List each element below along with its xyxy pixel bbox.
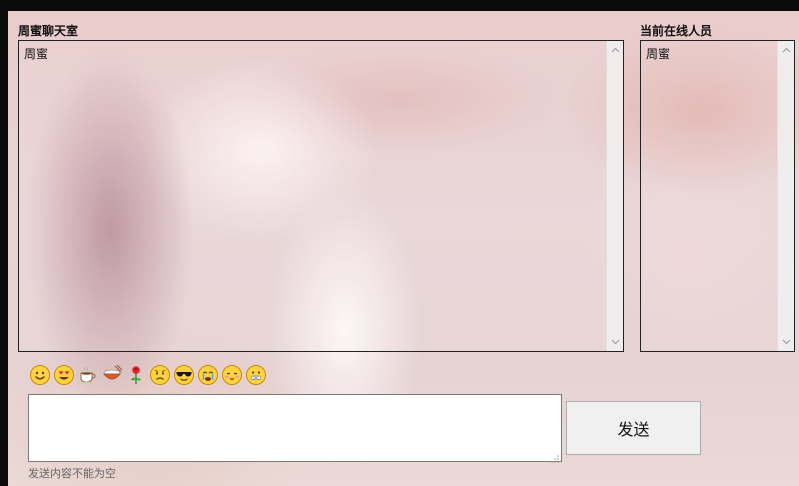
window-frame-top	[0, 0, 799, 11]
scroll-up-arrow-icon[interactable]	[781, 45, 791, 55]
scroll-down-arrow-icon[interactable]	[781, 337, 791, 347]
scroll-down-arrow-icon[interactable]	[610, 337, 620, 347]
online-user[interactable]: 周蜜	[646, 46, 670, 62]
message-input[interactable]	[28, 394, 562, 462]
online-scrollbar[interactable]	[777, 41, 794, 351]
crying-emoji-icon[interactable]	[196, 363, 220, 387]
send-button[interactable]: 发送	[566, 401, 701, 455]
window-frame-left	[0, 0, 8, 486]
chatroom-window: 周蜜聊天室 当前在线人员 周蜜 周蜜 发送 发送内容不能为空	[0, 0, 799, 486]
emoji-bar	[28, 363, 268, 387]
online-users-panel[interactable]: 周蜜	[640, 40, 795, 352]
chat-messages-panel[interactable]: 周蜜	[18, 40, 624, 352]
online-title: 当前在线人员	[640, 24, 713, 38]
rose-icon[interactable]	[124, 363, 148, 387]
coffee-cup-icon[interactable]	[76, 363, 100, 387]
smile-emoji-icon[interactable]	[28, 363, 52, 387]
shy-emoji-icon[interactable]	[220, 363, 244, 387]
heart-eyes-emoji-icon[interactable]	[52, 363, 76, 387]
sad-emoji-icon[interactable]	[148, 363, 172, 387]
scroll-up-arrow-icon[interactable]	[610, 45, 620, 55]
cool-sunglasses-emoji-icon[interactable]	[172, 363, 196, 387]
chat-scrollbar[interactable]	[606, 41, 623, 351]
resize-grip-icon[interactable]	[549, 449, 560, 463]
chat-message: 周蜜	[24, 47, 49, 61]
rice-bowl-icon[interactable]	[100, 363, 124, 387]
chat-title: 周蜜聊天室	[18, 24, 79, 38]
validation-hint: 发送内容不能为空	[28, 467, 116, 480]
sealed-lips-emoji-icon[interactable]	[244, 363, 268, 387]
